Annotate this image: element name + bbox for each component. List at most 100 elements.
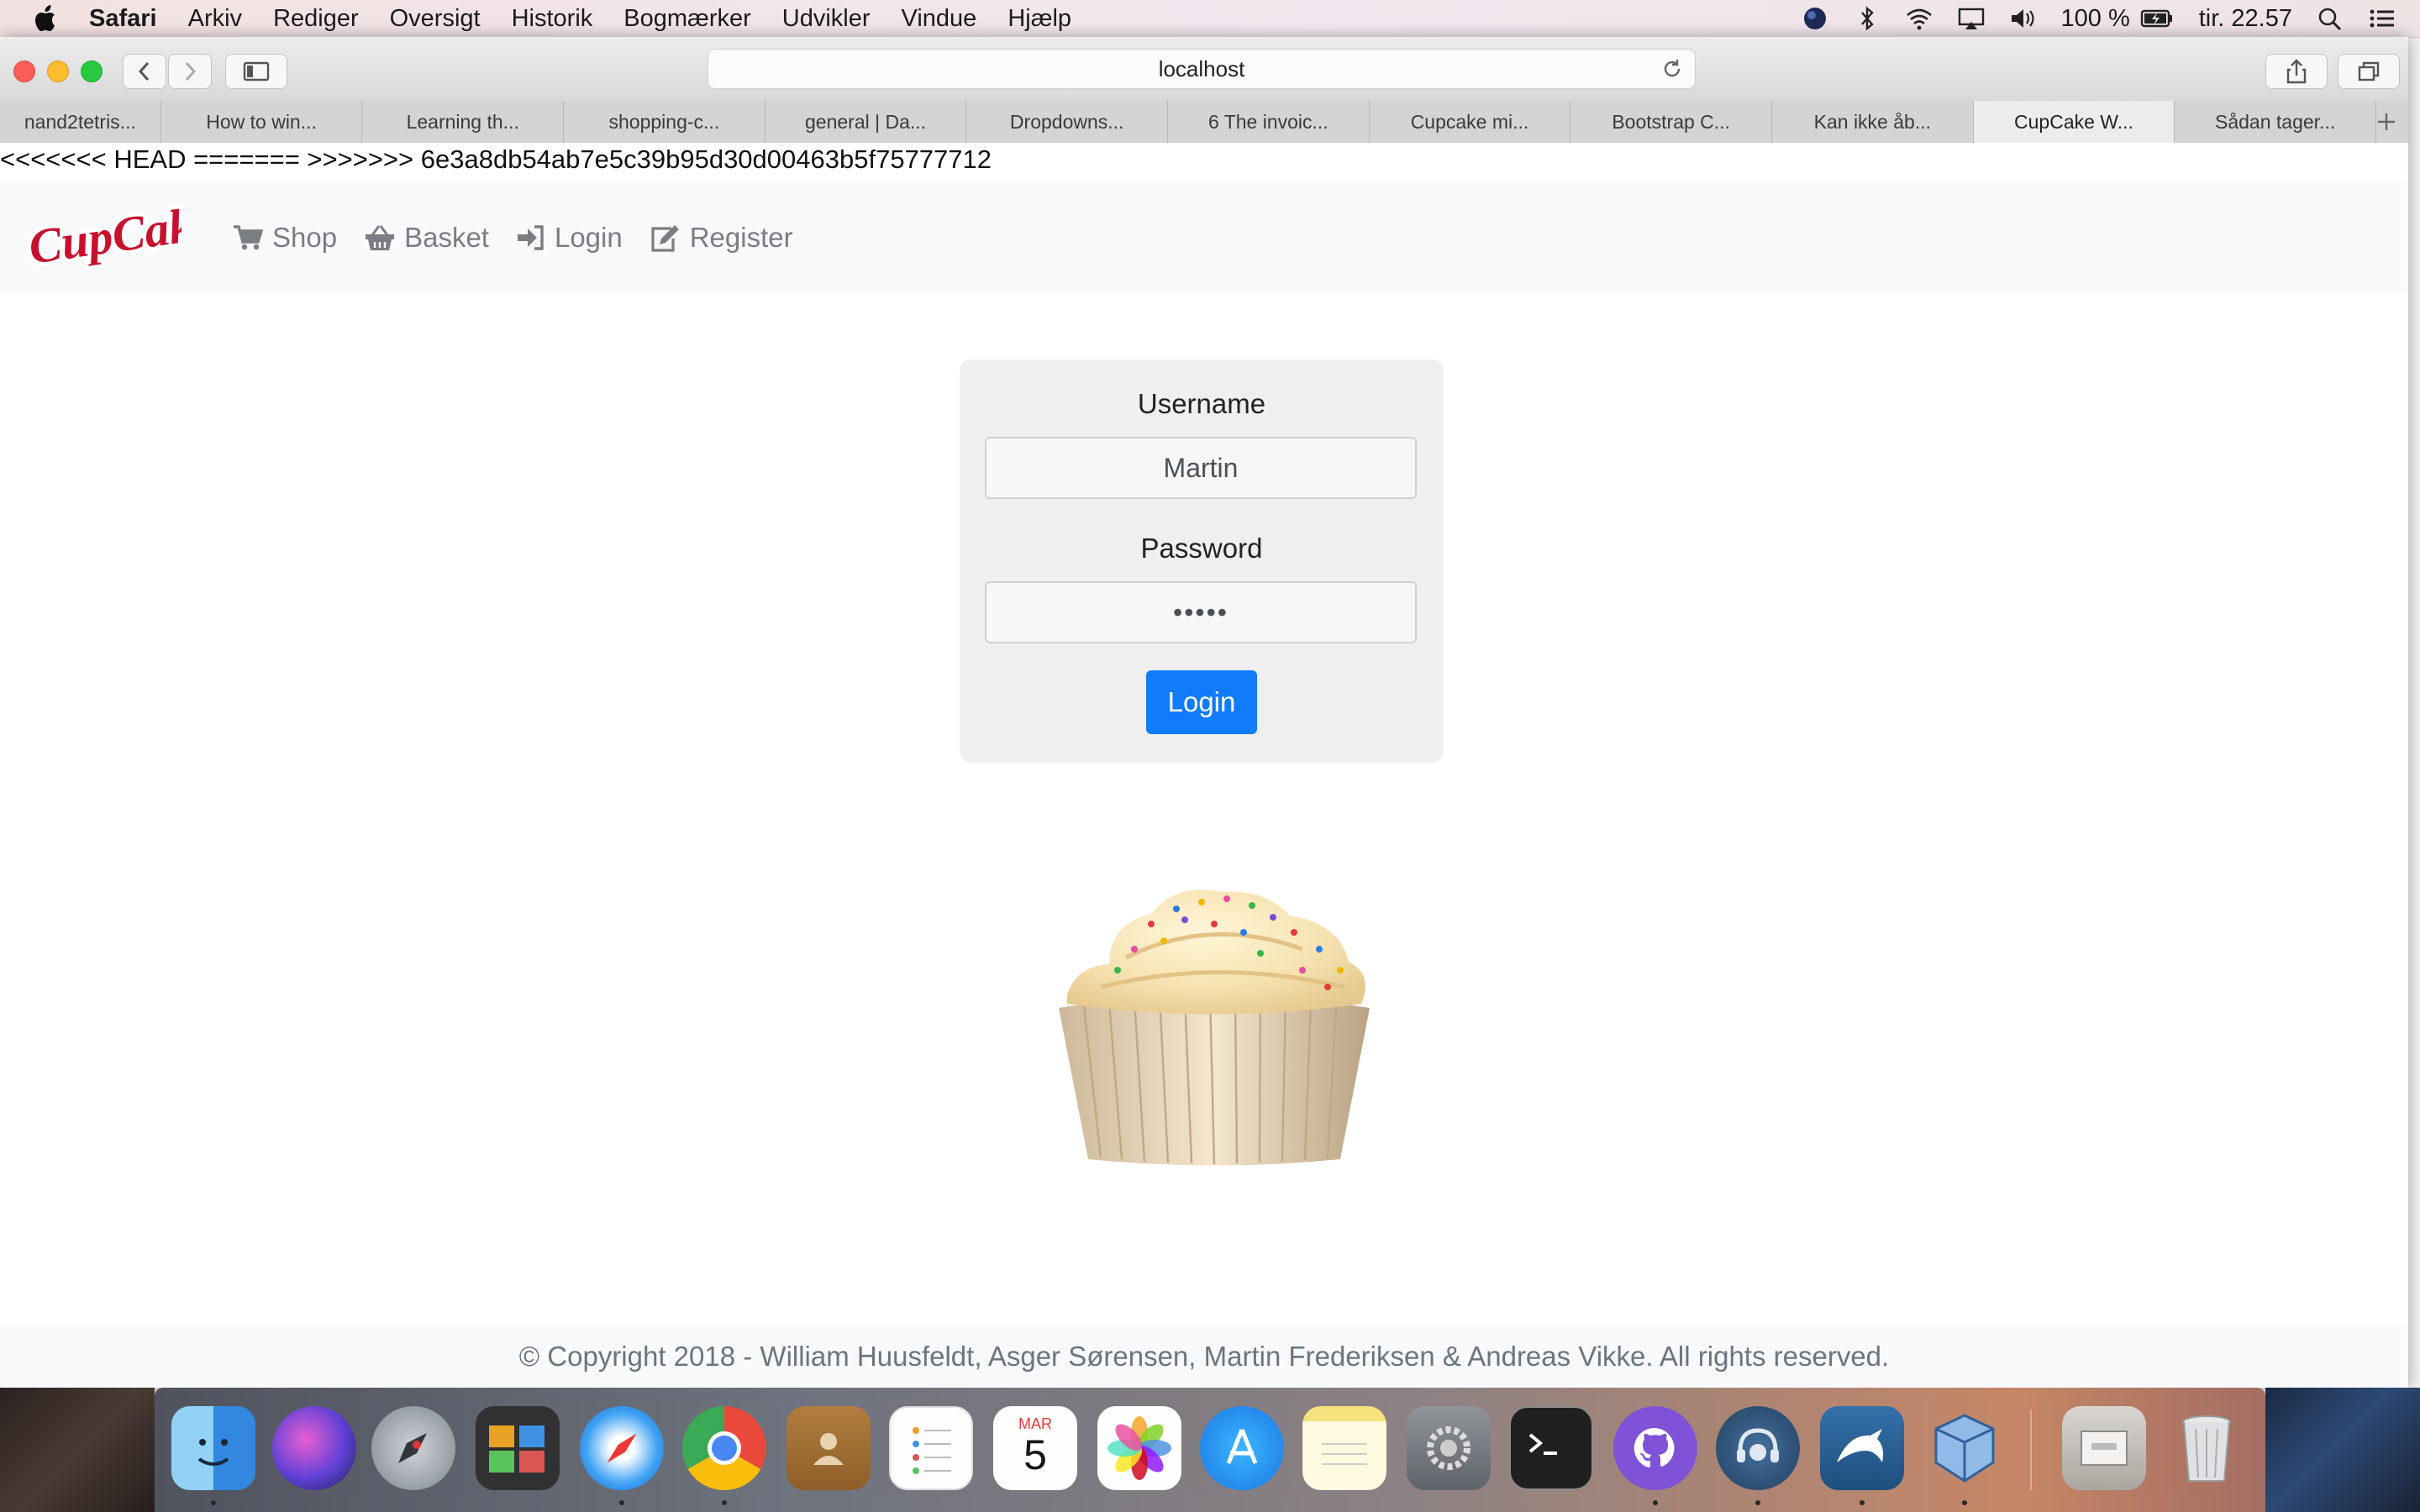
reload-icon[interactable] <box>1661 58 1683 80</box>
menu-clock[interactable]: tir. 22.57 <box>2199 5 2292 33</box>
desktop-wallpaper-right <box>2265 1388 2420 1512</box>
status-area: 100 % tir. 22.57 <box>1801 0 2420 37</box>
siri-icon[interactable] <box>272 1406 356 1490</box>
spotlight-search-icon[interactable] <box>2316 6 2344 31</box>
tab-learning[interactable]: Learning th... <box>362 101 565 143</box>
menu-bogmaerker[interactable]: Bogmærker <box>623 5 751 33</box>
terminal-icon[interactable] <box>1509 1406 1593 1490</box>
calendar-day: 5 <box>1023 1431 1047 1478</box>
tab-cupcake-active[interactable]: CupCake W... <box>1973 101 2175 143</box>
photos-icon[interactable] <box>1097 1406 1181 1490</box>
nav-shop-link[interactable]: Shop <box>232 222 337 254</box>
tab-overview-button[interactable] <box>2338 54 2400 89</box>
address-bar[interactable]: localhost <box>708 49 1696 89</box>
password-label: Password <box>1140 533 1263 564</box>
desktop-wallpaper-left <box>0 1388 155 1512</box>
chevron-left-icon <box>138 61 150 81</box>
cupcake-image <box>1059 890 1370 1166</box>
app-store-icon[interactable] <box>1200 1406 1284 1490</box>
sidebar-icon <box>243 61 270 81</box>
nav-basket-link[interactable]: Basket <box>364 222 489 254</box>
dock-separator <box>2030 1410 2032 1490</box>
copyright-text: © Copyright 2018 - William Huusfeldt, As… <box>518 1341 1890 1372</box>
cupcakes-logo[interactable]: CupCakes CupCakes <box>25 200 182 276</box>
calendar-month: MAR <box>1018 1415 1052 1432</box>
menu-historik[interactable]: Historik <box>512 5 593 33</box>
tab-dropdowns[interactable]: Dropdowns... <box>966 101 1169 143</box>
new-tab-button[interactable] <box>2376 101 2408 143</box>
nav-register-link[interactable]: Register <box>650 222 793 254</box>
tab-cupcake-mi[interactable]: Cupcake mi... <box>1370 101 1571 143</box>
battery-percent[interactable]: 100 % <box>2061 5 2130 33</box>
notification-center-icon[interactable] <box>2368 6 2396 31</box>
virtualbox-icon[interactable] <box>1923 1406 2007 1490</box>
wifi-icon[interactable] <box>1905 6 1933 31</box>
tab-sadan-tager[interactable]: Sådan tager... <box>2175 101 2376 143</box>
dock: MAR 5 <box>155 1388 2265 1512</box>
chrome-icon[interactable] <box>682 1406 766 1490</box>
sidebar-toggle-button[interactable] <box>225 54 287 89</box>
menu-arkiv[interactable]: Arkiv <box>188 5 242 33</box>
nav-login-link[interactable]: Login <box>516 222 623 254</box>
apple-icon[interactable] <box>32 3 60 34</box>
tab-nand2tetris[interactable]: nand2tetris... <box>0 101 161 143</box>
browser-window: localhost nand2tetris... How to win... L… <box>0 37 2408 1388</box>
airplay-icon[interactable] <box>1957 6 1986 31</box>
contacts-icon[interactable] <box>786 1406 871 1490</box>
tab-general[interactable]: general | Da... <box>765 101 967 143</box>
finder-icon[interactable] <box>171 1406 255 1490</box>
plus-icon <box>2377 113 2395 130</box>
share-button[interactable] <box>2265 54 2328 89</box>
calendar-icon[interactable]: MAR 5 <box>993 1406 1077 1490</box>
teamspeak-icon[interactable] <box>1716 1406 1800 1490</box>
toolbar: localhost <box>0 37 2408 102</box>
sign-in-icon <box>517 225 544 250</box>
safari-icon[interactable] <box>580 1406 664 1490</box>
menu-hjaelp[interactable]: Hjælp <box>1007 5 1071 33</box>
page-footer: © Copyright 2018 - William Huusfeldt, As… <box>0 1326 2408 1388</box>
menu-rediger[interactable]: Rediger <box>273 5 359 33</box>
username-label: Username <box>1137 388 1266 419</box>
dark-circle-icon[interactable] <box>1801 6 1829 31</box>
tab-kan-ikke[interactable]: Kan ikke åb... <box>1772 101 1974 143</box>
tab-invoice[interactable]: 6 The invoic... <box>1168 101 1370 143</box>
tab-shopping-cart[interactable]: shopping-c... <box>564 101 765 143</box>
tab-bootstrap[interactable]: Bootstrap C... <box>1570 101 1772 143</box>
photo-booth-icon[interactable] <box>476 1406 560 1490</box>
mysql-workbench-icon[interactable] <box>1820 1406 1904 1490</box>
menu-bar: Safari Arkiv Rediger Oversigt Historik B… <box>0 0 2420 38</box>
launchpad-icon[interactable] <box>371 1406 455 1490</box>
menu-vindue[interactable]: Vindue <box>902 5 977 33</box>
password-field[interactable]: ••••• <box>985 581 1417 643</box>
battery-icon[interactable] <box>2139 6 2175 31</box>
system-preferences-icon[interactable] <box>1407 1406 1491 1490</box>
back-button[interactable] <box>123 54 166 89</box>
tabs-overview-icon <box>2358 61 2380 81</box>
login-button[interactable]: Login <box>1146 670 1257 734</box>
username-field[interactable]: Martin <box>985 437 1417 499</box>
minimize-window-button[interactable] <box>47 60 69 82</box>
tab-how-to-win[interactable]: How to win... <box>161 101 363 143</box>
github-desktop-icon[interactable] <box>1613 1406 1697 1490</box>
downloads-icon[interactable] <box>2062 1406 2146 1490</box>
bluetooth-icon[interactable] <box>1853 6 1881 31</box>
trash-icon[interactable] <box>2165 1406 2249 1490</box>
menu-app-name[interactable]: Safari <box>89 5 157 33</box>
notes-icon[interactable] <box>1302 1406 1386 1490</box>
menu-udvikler[interactable]: Udvikler <box>782 5 871 33</box>
nav-shop-label: Shop <box>272 222 338 253</box>
merge-conflict-text: <<<<<<< HEAD ======= >>>>>>> 6e3a8db54ab… <box>0 144 992 174</box>
tab-bar: nand2tetris... How to win... Learning th… <box>0 101 2408 144</box>
nav-login-label: Login <box>554 222 623 253</box>
forward-button[interactable] <box>168 54 212 89</box>
web-page: <<<<<<< HEAD ======= >>>>>>> 6e3a8db54ab… <box>0 143 2408 1388</box>
volume-icon[interactable] <box>2009 6 2038 31</box>
svg-text:CupCakes: CupCakes <box>25 200 182 275</box>
address-text: localhost <box>1158 55 1245 81</box>
nav-basket-label: Basket <box>404 222 489 253</box>
chevron-right-icon <box>185 61 197 81</box>
reminders-icon[interactable] <box>889 1406 973 1490</box>
menu-oversigt[interactable]: Oversigt <box>390 5 481 33</box>
fullscreen-window-button[interactable] <box>81 60 103 82</box>
close-window-button[interactable] <box>13 60 35 82</box>
